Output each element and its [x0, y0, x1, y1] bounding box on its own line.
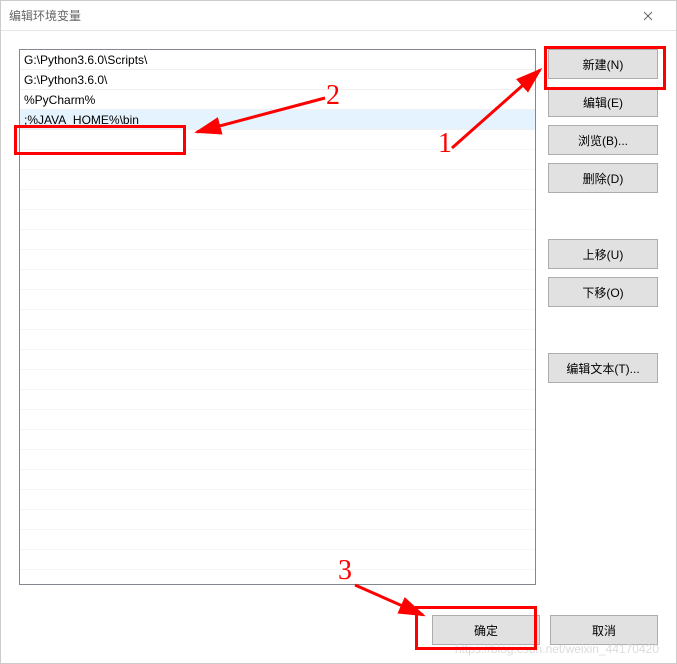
dialog-content: G:\Python3.6.0\Scripts\ G:\Python3.6.0\ …	[1, 31, 676, 603]
path-listbox[interactable]: G:\Python3.6.0\Scripts\ G:\Python3.6.0\ …	[19, 49, 536, 585]
list-filler	[20, 450, 535, 470]
list-filler	[20, 470, 535, 490]
dialog-window: 编辑环境变量 G:\Python3.6.0\Scripts\ G:\Python…	[0, 0, 677, 664]
close-button[interactable]	[628, 1, 668, 31]
move-up-button[interactable]: 上移(U)	[548, 239, 658, 269]
list-filler	[20, 310, 535, 330]
delete-button[interactable]: 删除(D)	[548, 163, 658, 193]
list-filler	[20, 390, 535, 410]
button-column: 新建(N) 编辑(E) 浏览(B)... 删除(D) 上移(U) 下移(O) 编…	[548, 49, 658, 585]
list-filler	[20, 430, 535, 450]
dialog-footer: 确定 取消	[1, 603, 676, 663]
close-icon	[643, 11, 653, 21]
edit-button[interactable]: 编辑(E)	[548, 87, 658, 117]
titlebar-title: 编辑环境变量	[9, 7, 628, 24]
list-filler	[20, 150, 535, 170]
list-filler	[20, 350, 535, 370]
list-filler	[20, 290, 535, 310]
list-filler	[20, 490, 535, 510]
list-item[interactable]: G:\Python3.6.0\Scripts\	[20, 50, 535, 70]
list-filler	[20, 130, 535, 150]
list-item[interactable]: G:\Python3.6.0\	[20, 70, 535, 90]
list-item-selected[interactable]: ;%JAVA_HOME%\bin	[20, 110, 535, 130]
list-filler	[20, 190, 535, 210]
list-filler	[20, 210, 535, 230]
titlebar: 编辑环境变量	[1, 1, 676, 31]
list-filler	[20, 270, 535, 290]
move-down-button[interactable]: 下移(O)	[548, 277, 658, 307]
list-filler	[20, 370, 535, 390]
list-filler	[20, 530, 535, 550]
cancel-button[interactable]: 取消	[550, 615, 658, 645]
list-item[interactable]: %PyCharm%	[20, 90, 535, 110]
list-inner: G:\Python3.6.0\Scripts\ G:\Python3.6.0\ …	[20, 50, 535, 584]
list-filler	[20, 510, 535, 530]
spacer	[548, 201, 658, 231]
list-filler	[20, 250, 535, 270]
edit-text-button[interactable]: 编辑文本(T)...	[548, 353, 658, 383]
ok-button[interactable]: 确定	[432, 615, 540, 645]
list-filler	[20, 550, 535, 570]
list-filler	[20, 330, 535, 350]
list-filler	[20, 230, 535, 250]
spacer	[548, 315, 658, 345]
list-filler	[20, 410, 535, 430]
list-filler	[20, 170, 535, 190]
new-button[interactable]: 新建(N)	[548, 49, 658, 79]
browse-button[interactable]: 浏览(B)...	[548, 125, 658, 155]
